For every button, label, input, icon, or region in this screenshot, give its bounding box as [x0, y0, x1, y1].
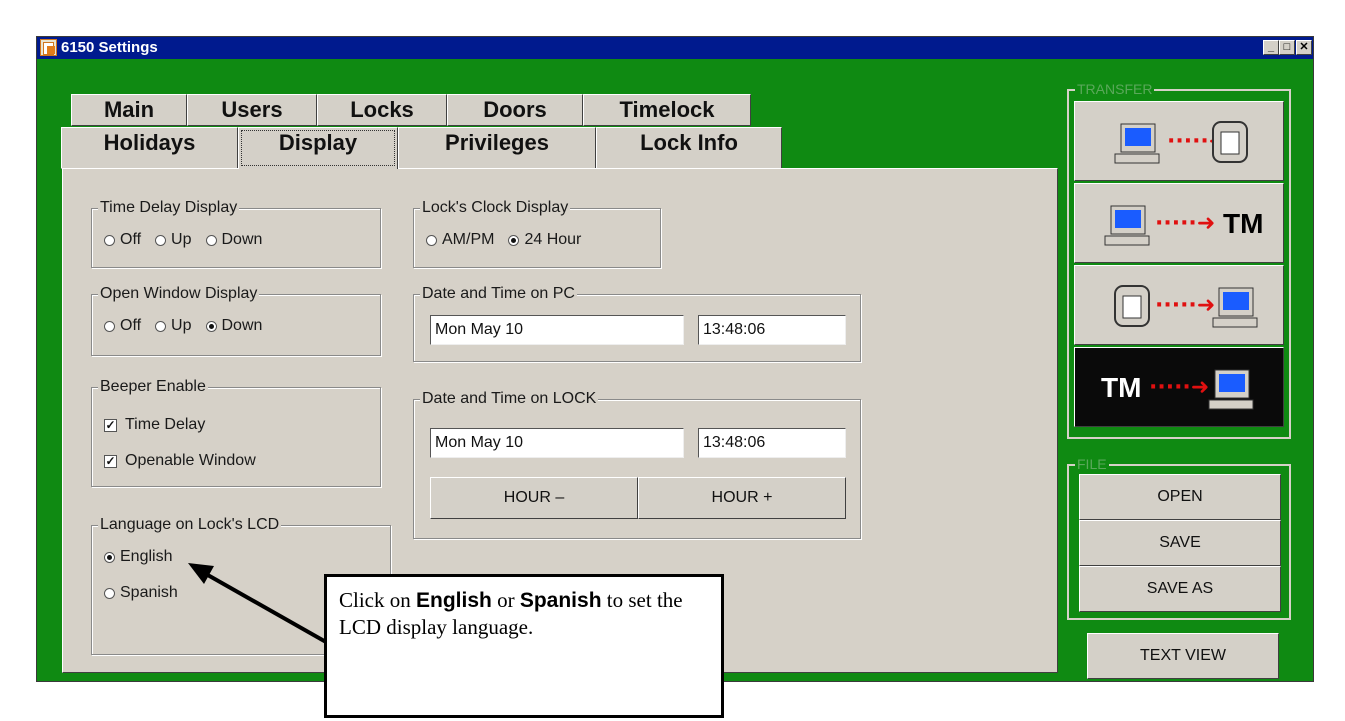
callout-box: Click on English or Spanish to set the L… — [324, 574, 724, 718]
tab-display[interactable]: Display — [238, 127, 398, 169]
callout-spanish: Spanish — [519, 589, 602, 612]
callout-english: English — [416, 589, 492, 612]
